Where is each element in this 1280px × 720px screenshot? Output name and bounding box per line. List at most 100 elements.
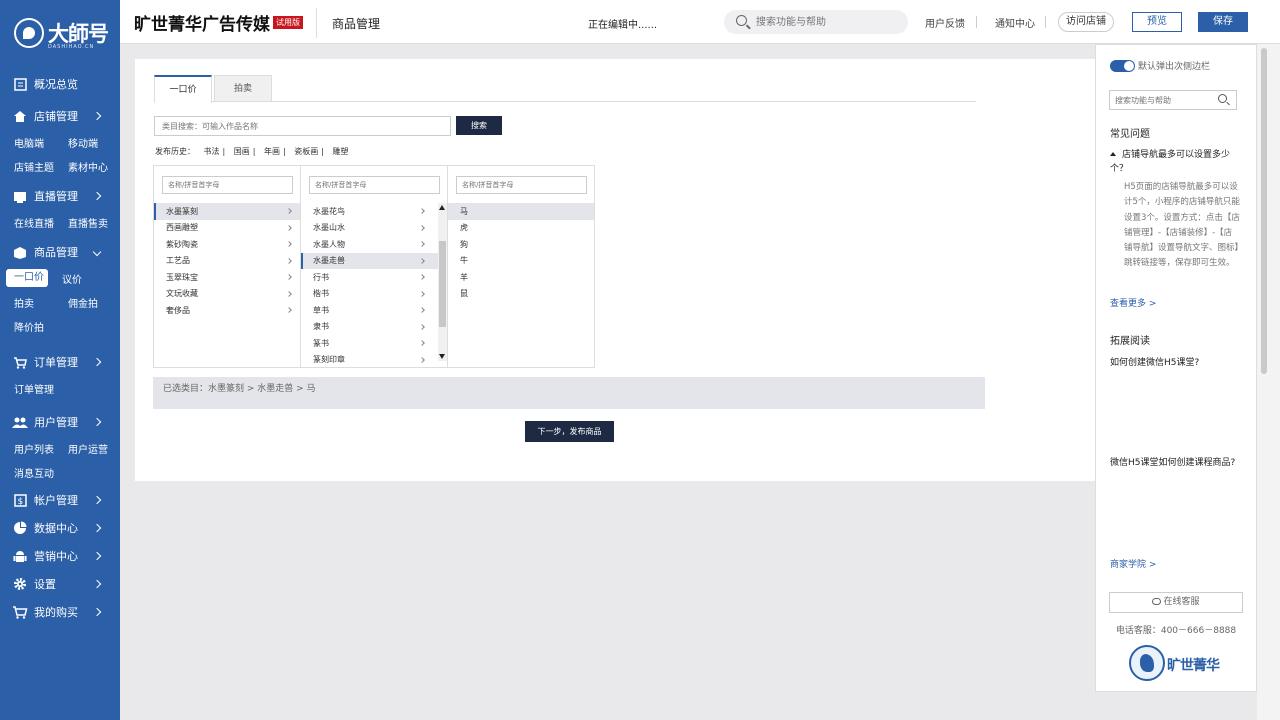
sidebar-sub-reduce-auction[interactable]: 降价拍 — [0, 319, 54, 334]
sidebar-item-orders[interactable]: 订单管理 — [0, 348, 120, 376]
list-item[interactable]: 篆书 — [301, 335, 447, 352]
sidebar-item-account[interactable]: $ 帐户管理 — [0, 486, 120, 514]
chevron-right-icon — [286, 307, 292, 313]
default-popup-toggle[interactable] — [1110, 60, 1135, 72]
overview-icon — [12, 76, 28, 92]
toggle-label: 默认弹出次侧边栏 — [1138, 62, 1211, 72]
sidebar-sub-auction[interactable]: 拍卖 — [0, 295, 54, 310]
users-icon — [12, 414, 28, 430]
brand-logo: 旷世菁华 — [1129, 643, 1229, 687]
save-button[interactable]: 保存 — [1198, 12, 1248, 32]
sidebar-item-store[interactable]: 店铺管理 — [0, 102, 120, 130]
sidebar-item-marketing[interactable]: 营销中心 — [0, 542, 120, 570]
help-search-input[interactable] — [1115, 94, 1215, 106]
list-item[interactable]: 鼠 — [448, 286, 594, 303]
category-search-button[interactable]: 搜索 — [456, 116, 502, 135]
list-item[interactable]: 虎 — [448, 220, 594, 237]
order-sub-row: 订单管理 — [0, 376, 120, 400]
page-scrollbar[interactable] — [1257, 44, 1280, 720]
list-item[interactable]: 羊 — [448, 269, 594, 286]
column-scrollbar[interactable] — [438, 203, 447, 361]
sidebar-sub-pc[interactable]: 电脑端 — [0, 135, 54, 150]
preview-button[interactable]: 预览 — [1132, 12, 1182, 32]
view-more-link[interactable]: 查看更多 > — [1110, 296, 1156, 309]
list-item[interactable]: 草书 — [301, 302, 447, 319]
header-search-input[interactable] — [756, 14, 896, 30]
history-item[interactable]: 国画 — [234, 147, 250, 156]
search-icon[interactable] — [1218, 94, 1227, 103]
goods-sub-row-3: 降价拍 — [0, 314, 120, 338]
sidebar-sub-user-list[interactable]: 用户列表 — [0, 441, 54, 456]
list-item[interactable]: 牛 — [448, 253, 594, 270]
list-item[interactable]: 马 — [448, 203, 594, 220]
list-item[interactable]: 西画雕塑 — [154, 220, 300, 237]
list-item[interactable]: 紫砂陶瓷 — [154, 236, 300, 253]
next-publish-button[interactable]: 下一步，发布商品 — [525, 421, 614, 442]
sidebar-sub-commission-auction[interactable]: 佣金拍 — [54, 295, 108, 310]
reading-link-1[interactable]: 如何创建微信H5课堂? — [1110, 355, 1199, 368]
online-service-button[interactable]: 在线客服 — [1109, 592, 1243, 613]
chevron-right-icon — [419, 356, 425, 363]
scroll-down-icon[interactable] — [439, 354, 445, 359]
history-item[interactable]: 书法 — [204, 147, 220, 156]
history-item[interactable]: 年画 — [264, 147, 280, 156]
visit-store-button[interactable]: 访问店铺 — [1058, 12, 1114, 32]
chevron-right-icon — [92, 111, 102, 121]
list-item[interactable]: 奢侈品 — [154, 302, 300, 319]
tab-fixed-price[interactable]: 一口价 — [154, 75, 212, 103]
sidebar-item-label: 我的购买 — [34, 606, 78, 619]
sidebar-sub-live-sale[interactable]: 直播售卖 — [54, 215, 108, 230]
academy-link[interactable]: 商家学院 > — [1110, 557, 1156, 570]
sidebar-item-data[interactable]: 数据中心 — [0, 514, 120, 542]
column-filter-input[interactable] — [162, 176, 293, 194]
scroll-thumb[interactable] — [439, 241, 446, 327]
list-item[interactable]: 隶书 — [301, 319, 447, 336]
list-item[interactable]: 玉翠珠宝 — [154, 269, 300, 286]
sidebar-sub-orders[interactable]: 订单管理 — [0, 381, 54, 396]
sidebar-sub-fixed-price[interactable]: 一口价 — [6, 269, 48, 287]
sidebar-item-users[interactable]: 用户管理 — [0, 408, 120, 436]
history-item[interactable]: 雕塑 — [333, 147, 349, 156]
sidebar-sub-mobile[interactable]: 移动端 — [54, 135, 108, 150]
sidebar-sub-online-live[interactable]: 在线直播 — [0, 215, 54, 230]
help-search[interactable] — [1109, 90, 1237, 110]
header-search[interactable] — [724, 10, 908, 34]
category-search-input[interactable] — [154, 116, 451, 136]
faq-question[interactable]: 店铺导航最多可以设置多少个？ — [1110, 148, 1246, 176]
list-item[interactable]: 文玩收藏 — [154, 286, 300, 303]
tab-auction[interactable]: 拍卖 — [214, 75, 272, 102]
history-label: 发布历史： — [155, 147, 195, 156]
list-item[interactable]: 工艺品 — [154, 253, 300, 270]
list-item[interactable]: 水墨山水 — [301, 220, 447, 237]
column-filter-input[interactable] — [309, 176, 440, 194]
sidebar-sub-theme[interactable]: 店铺主题 — [0, 159, 54, 174]
reading-link-2[interactable]: 微信H5课堂如何创建课程商品? — [1110, 455, 1235, 468]
list-item[interactable]: 狗 — [448, 236, 594, 253]
column-filter-input[interactable] — [456, 176, 587, 194]
sidebar-sub-material[interactable]: 素材中心 — [54, 159, 108, 174]
sidebar-sub-messages[interactable]: 消息互动 — [0, 465, 54, 480]
list-item[interactable]: 水墨人物 — [301, 236, 447, 253]
list-item[interactable]: 篆刻印章 — [301, 352, 447, 369]
sidebar-item-purchases[interactable]: 我的购买 — [0, 598, 120, 626]
sidebar-item-live[interactable]: 直播管理 — [0, 182, 120, 210]
page-scroll-thumb[interactable] — [1261, 48, 1267, 374]
sidebar-item-goods[interactable]: 商品管理 — [0, 238, 120, 266]
list-item[interactable]: 水墨走兽 — [301, 252, 447, 269]
notification-center-link[interactable]: 通知中心 — [995, 15, 1035, 30]
sidebar-sub-negotiate[interactable]: 议价 — [48, 271, 102, 286]
sidebar-sub-user-ops[interactable]: 用户运营 — [54, 441, 108, 456]
scroll-up-icon[interactable] — [439, 205, 445, 210]
live-sub-row: 在线直播 直播售卖 — [0, 210, 120, 234]
list-item[interactable]: 楷书 — [301, 286, 447, 303]
sidebar-logo[interactable]: 大師号 DASHIHAO.CN — [12, 14, 112, 54]
list-item[interactable]: 行书 — [301, 269, 447, 286]
sidebar-item-overview[interactable]: 概况总览 — [0, 70, 120, 98]
sidebar-item-settings[interactable]: 设置 — [0, 570, 120, 598]
list-item[interactable]: 水墨花鸟 — [301, 203, 447, 220]
cart-plus-icon — [12, 604, 28, 620]
history-item[interactable]: 瓷板画 — [294, 147, 318, 156]
list-item[interactable]: 水墨篆刻 — [154, 203, 300, 220]
user-feedback-link[interactable]: 用户反馈 — [925, 15, 965, 30]
user-sub-row-1: 用户列表 用户运营 — [0, 436, 120, 460]
